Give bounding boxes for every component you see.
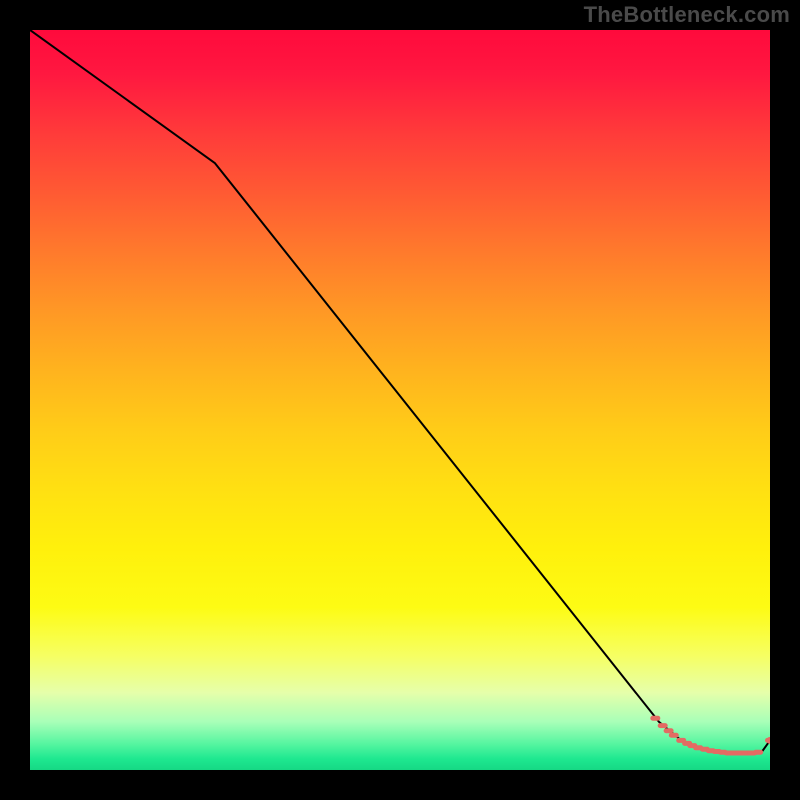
marker-dash <box>669 733 679 738</box>
watermark-text: TheBottleneck.com <box>584 2 790 28</box>
marker-dash <box>664 728 674 733</box>
marker-dash <box>753 750 763 755</box>
chart-svg <box>30 30 770 770</box>
marker-dash <box>650 716 660 721</box>
gradient-background <box>30 30 770 770</box>
plot-area <box>30 30 770 770</box>
marker-dash <box>658 723 668 728</box>
chart-frame: TheBottleneck.com <box>0 0 800 800</box>
